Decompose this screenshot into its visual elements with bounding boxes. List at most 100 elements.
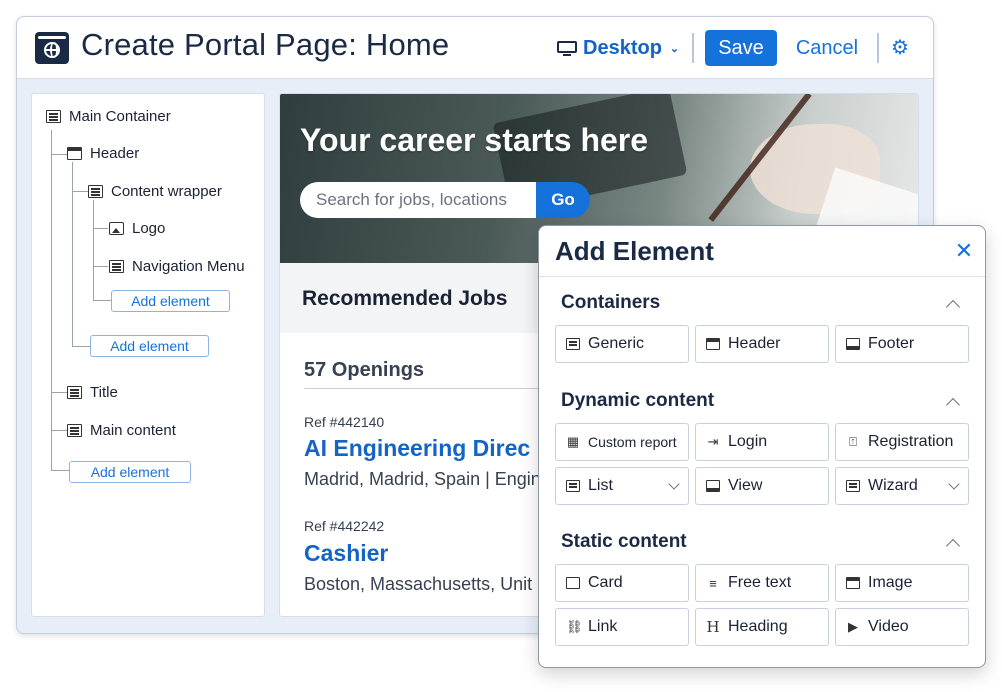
text-icon: ≡ (709, 575, 717, 591)
element-label: Login (728, 433, 768, 450)
divider (692, 33, 694, 63)
tree-item-main-content[interactable]: Main content (67, 422, 176, 439)
element-label: Video (868, 618, 909, 635)
element-heading-button[interactable]: H Heading (695, 608, 829, 646)
element-image-button[interactable]: Image (835, 564, 969, 602)
tree-item-navigation-menu[interactable]: Navigation Menu (109, 258, 245, 275)
element-login-button[interactable]: ⇥ Login (695, 423, 829, 461)
chevron-down-icon: ⌄ (669, 43, 680, 55)
container-icon (566, 338, 580, 350)
page-title: Create Portal Page: Home (81, 27, 450, 62)
element-view-button[interactable]: View (695, 467, 829, 505)
job-search-input[interactable] (300, 182, 536, 218)
tree-line (93, 300, 111, 301)
job-title-link[interactable]: AI Engineering Direc (304, 435, 530, 462)
tree-item-label: Header (90, 145, 140, 162)
element-label: Wizard (868, 477, 918, 494)
gear-icon[interactable]: ⚙ (889, 37, 911, 59)
element-video-button[interactable]: ▶ Video (835, 608, 969, 646)
element-link-button[interactable]: ⛓ Link (555, 608, 689, 646)
add-element-button[interactable]: Add element (111, 290, 230, 312)
add-element-dialog: Add Element ✕ Containers Generic Header … (538, 225, 986, 668)
element-label: Free text (728, 574, 792, 591)
element-card-button[interactable]: Card (555, 564, 689, 602)
job-title-link[interactable]: Cashier (304, 540, 388, 567)
element-label: Heading (728, 618, 788, 635)
tree-line (51, 470, 69, 471)
tree-item-label: Navigation Menu (132, 258, 245, 275)
tree-line (72, 162, 73, 346)
device-select[interactable]: Desktop ⌄ (557, 37, 679, 60)
element-registration-button[interactable]: ⍐ Registration (835, 423, 969, 461)
element-label: Footer (868, 335, 915, 352)
container-icon (67, 386, 82, 399)
tree-item-title[interactable]: Title (67, 384, 118, 401)
element-generic-button[interactable]: Generic (555, 325, 689, 363)
globe-icon (35, 32, 69, 64)
list-icon (566, 480, 580, 492)
tree-line (72, 191, 88, 192)
video-icon: ▶ (848, 619, 858, 634)
header-icon (706, 338, 720, 350)
element-header-button[interactable]: Header (695, 325, 829, 363)
container-icon (67, 424, 82, 437)
login-icon: ⇥ (707, 434, 719, 449)
element-list-button[interactable]: List (555, 467, 689, 505)
cancel-button[interactable]: Cancel (789, 30, 865, 66)
tree-item-label: Title (90, 384, 118, 401)
element-label: Image (868, 574, 913, 591)
tree-item-label: Main Container (69, 108, 171, 125)
element-free-text-button[interactable]: ≡ Free text (695, 564, 829, 602)
job-ref: Ref #442140 (304, 414, 385, 430)
element-label: View (728, 477, 763, 494)
section-title-containers: Containers (561, 292, 661, 313)
go-button[interactable]: Go (536, 182, 590, 218)
tree-item-header[interactable]: Header (67, 145, 139, 162)
tree-line (51, 392, 67, 393)
save-button[interactable]: Save (705, 30, 777, 66)
element-label: List (588, 477, 613, 494)
openings-count: 57 Openings (304, 359, 425, 381)
tree-line (51, 430, 67, 431)
tree-item-label: Main content (90, 422, 176, 439)
job-ref: Ref #442242 (304, 518, 385, 534)
tree-item-content-wrapper[interactable]: Content wrapper (88, 183, 222, 200)
section-title-dynamic: Dynamic content (561, 390, 715, 411)
element-wizard-button[interactable]: Wizard (835, 467, 969, 505)
element-footer-button[interactable]: Footer (835, 325, 969, 363)
divider (304, 388, 544, 389)
report-icon: ▦ (566, 434, 580, 449)
top-bar: Create Portal Page: Home Desktop ⌄ Save … (17, 17, 933, 79)
tree-line (93, 200, 94, 300)
element-label: Header (728, 335, 781, 352)
chevron-up-icon[interactable] (945, 296, 961, 312)
monitor-icon (557, 40, 577, 57)
add-element-button[interactable]: Add element (69, 461, 191, 483)
element-label: Card (588, 574, 623, 591)
add-element-button[interactable]: Add element (90, 335, 209, 357)
tree-line (72, 346, 90, 347)
container-icon (109, 260, 124, 273)
footer-icon (846, 338, 860, 350)
element-label: Link (588, 618, 618, 635)
chevron-up-icon[interactable] (945, 394, 961, 410)
chevron-down-icon (948, 478, 960, 490)
job-location: Madrid, Madrid, Spain | Engin (304, 469, 541, 489)
element-label: Custom report (588, 434, 677, 450)
tree-item-label: Content wrapper (111, 183, 222, 200)
element-custom-report-button[interactable]: ▦ Custom report (555, 423, 689, 461)
view-icon (706, 480, 720, 492)
device-label: Desktop (583, 37, 662, 59)
close-icon[interactable]: ✕ (953, 240, 975, 262)
image-icon (109, 222, 124, 235)
tree-item-main-container[interactable]: Main Container (46, 108, 171, 125)
chevron-up-icon[interactable] (945, 535, 961, 551)
element-label: Registration (868, 433, 954, 450)
tree-item-logo[interactable]: Logo (109, 220, 165, 237)
divider (539, 276, 985, 277)
container-icon (46, 110, 61, 123)
element-label: Generic (588, 335, 645, 352)
container-icon (88, 185, 103, 198)
job-location: Boston, Massachusetts, Unit (304, 574, 533, 594)
tree-line (93, 266, 108, 267)
